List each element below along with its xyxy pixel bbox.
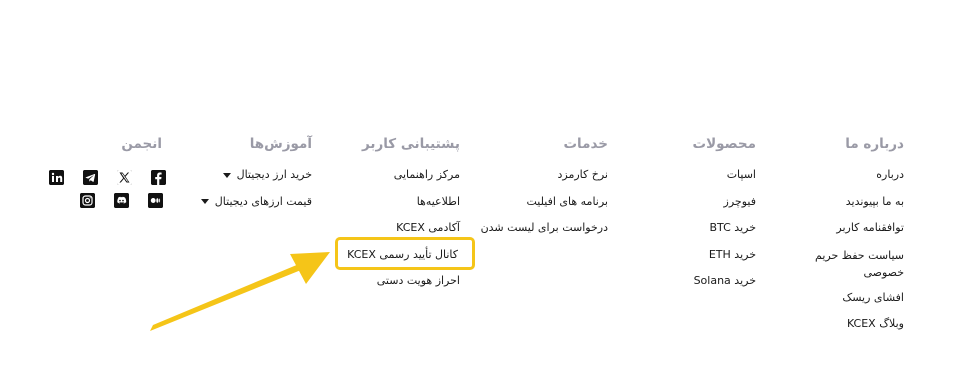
- pointer-arrow-icon: [150, 252, 330, 331]
